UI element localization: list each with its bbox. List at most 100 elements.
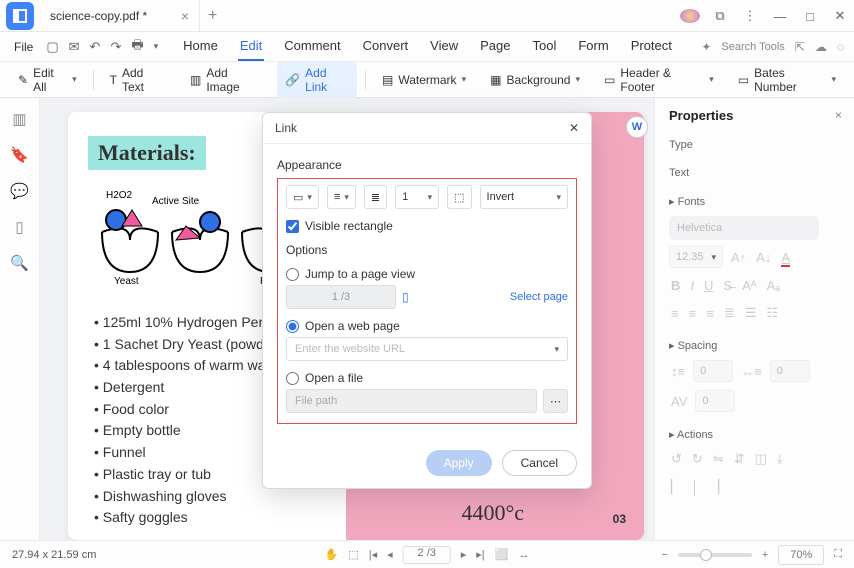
browse-file-button[interactable]: ⋯ <box>543 389 568 413</box>
premium-icon[interactable] <box>680 9 700 23</box>
thickness-select[interactable]: 1 ▾ <box>395 185 439 209</box>
window-close-icon[interactable]: ✕ <box>830 8 850 24</box>
line-weight-icon[interactable]: ≣ <box>364 185 387 209</box>
jump-page-radio[interactable] <box>286 268 299 281</box>
select-tool-icon[interactable]: ⬚ <box>348 548 358 561</box>
align-obj-center-icon[interactable]: │ <box>689 478 701 497</box>
char-spacing-icon[interactable]: ↔≡ <box>739 362 764 381</box>
extract-icon[interactable]: ⤓ <box>775 449 785 469</box>
comments-icon[interactable]: 💬 <box>10 182 29 200</box>
page-input[interactable]: 2 /3 <box>403 546 451 564</box>
align-obj-right-icon[interactable]: ▕ <box>707 477 721 497</box>
ai-icon[interactable]: ✦ <box>701 40 711 54</box>
align-center-icon[interactable]: ≡ <box>687 304 699 323</box>
document-tab[interactable]: science-copy.pdf * × <box>40 0 200 32</box>
fit-width-icon[interactable]: ↔ <box>518 549 529 561</box>
open-file-radio[interactable] <box>286 372 299 385</box>
page-number-field[interactable]: 1 /3 <box>286 285 396 309</box>
line-spacing-icon[interactable]: ↕≡ <box>669 362 687 381</box>
zoom-out-icon[interactable]: − <box>661 549 667 561</box>
undo-icon[interactable]: ↶ <box>87 36 104 58</box>
bold-icon[interactable]: B <box>669 276 682 295</box>
close-tab-icon[interactable]: × <box>181 8 189 24</box>
next-page-icon[interactable]: ▸ <box>461 548 467 561</box>
align-justify-icon[interactable]: ≣ <box>722 303 737 323</box>
fit-page-icon[interactable]: ⬜ <box>495 548 509 561</box>
add-text-button[interactable]: T Add Text <box>102 62 174 98</box>
font-size-select[interactable]: 12.35 ▾ <box>669 246 723 268</box>
font-decrease-icon[interactable]: A↓ <box>754 248 773 267</box>
zoom-value[interactable]: 70% <box>778 545 824 565</box>
search-tools-placeholder[interactable]: Search Tools <box>721 41 784 53</box>
crop-icon[interactable]: ◫ <box>753 449 769 469</box>
highlight-style-icon[interactable]: ⬚ <box>447 185 471 209</box>
watermark-button[interactable]: ▤ Watermark▾ <box>374 69 474 91</box>
italic-icon[interactable]: I <box>688 276 696 295</box>
align-left-icon[interactable]: ≡ <box>669 304 681 323</box>
number-list-icon[interactable]: ☷ <box>764 303 780 323</box>
file-path-input[interactable]: File path <box>286 389 537 413</box>
link-style-select[interactable]: ▭ ▾ <box>286 185 319 209</box>
align-right-icon[interactable]: ≡ <box>704 304 716 323</box>
close-panel-icon[interactable]: × <box>835 108 842 122</box>
cloud-icon[interactable]: ☁ <box>815 40 827 54</box>
search-icon[interactable]: 🔍 <box>10 254 29 272</box>
font-family-select[interactable]: Helvetica <box>669 216 819 240</box>
prev-page-icon[interactable]: ◂ <box>387 548 393 561</box>
rotate-left-icon[interactable]: ↺ <box>669 449 684 469</box>
menu-convert[interactable]: Convert <box>361 32 411 61</box>
window-maximize-icon[interactable]: □ <box>800 9 820 24</box>
flip-v-icon[interactable]: ⇵ <box>732 449 747 469</box>
window-minimize-icon[interactable]: — <box>770 9 790 24</box>
menu-comment[interactable]: Comment <box>282 32 342 61</box>
char-spacing-value[interactable]: 0 <box>770 360 810 382</box>
save-icon[interactable]: ▢ <box>43 36 61 58</box>
share-icon[interactable]: ⧉ <box>710 8 730 24</box>
zoom-slider[interactable] <box>678 553 752 557</box>
zoom-in-icon[interactable]: + <box>762 549 768 561</box>
menu-home[interactable]: Home <box>181 32 220 61</box>
font-color-icon[interactable]: A <box>779 248 792 267</box>
url-input[interactable]: Enter the website URL▾ <box>286 337 568 361</box>
subscript-icon[interactable]: Aₐ <box>765 276 783 295</box>
bullet-list-icon[interactable]: ☰ <box>743 303 759 323</box>
header-footer-button[interactable]: ▭ Header & Footer▾ <box>596 62 722 98</box>
first-page-icon[interactable]: |◂ <box>369 548 377 561</box>
flip-h-icon[interactable]: ⇋ <box>711 449 726 469</box>
more-quick-icon[interactable]: ▾ <box>151 38 162 55</box>
horiz-scale-icon[interactable]: AV <box>669 392 689 411</box>
menu-page[interactable]: Page <box>478 32 512 61</box>
cancel-button[interactable]: Cancel <box>502 450 577 476</box>
apply-button[interactable]: Apply <box>426 450 492 476</box>
strike-icon[interactable]: S̶ <box>721 276 734 295</box>
kebab-menu-icon[interactable]: ⋮ <box>740 8 760 24</box>
file-menu[interactable]: File <box>8 36 39 58</box>
underline-icon[interactable]: U <box>702 276 715 295</box>
bookmarks-icon[interactable]: 🔖 <box>10 146 29 164</box>
last-page-icon[interactable]: ▸| <box>476 548 484 561</box>
highlight-mode-select[interactable]: Invert▾ <box>480 185 568 209</box>
bates-number-button[interactable]: ▭ Bates Number▾ <box>730 62 844 98</box>
help-icon[interactable]: ◌ <box>837 40 844 54</box>
dialog-close-icon[interactable]: ✕ <box>569 121 579 135</box>
redo-icon[interactable]: ↷ <box>107 36 124 58</box>
open-web-radio[interactable] <box>286 320 299 333</box>
edit-all-button[interactable]: ✎ Edit All▾ <box>10 62 85 98</box>
rotate-right-icon[interactable]: ↻ <box>690 449 705 469</box>
font-increase-icon[interactable]: A↑ <box>729 248 748 267</box>
line-style-select[interactable]: ≡ ▾ <box>327 185 356 209</box>
thumbnails-icon[interactable]: ▥ <box>12 110 26 128</box>
add-image-button[interactable]: ▥ Add Image <box>182 62 269 98</box>
visible-rectangle-checkbox[interactable]: Visible rectangle <box>286 219 568 233</box>
menu-protect[interactable]: Protect <box>629 32 674 61</box>
open-external-icon[interactable]: ⇱ <box>795 40 805 54</box>
add-link-button[interactable]: 🔗 Add Link <box>277 62 357 98</box>
fullscreen-icon[interactable]: ⛶ <box>834 548 842 561</box>
print-icon[interactable]: 🖶 <box>128 33 146 61</box>
menu-view[interactable]: View <box>428 32 460 61</box>
attachments-icon[interactable]: ▯ <box>15 218 23 236</box>
new-tab-button[interactable]: + <box>208 7 217 25</box>
select-page-icon[interactable]: ▯ <box>402 290 409 304</box>
menu-tool[interactable]: Tool <box>530 32 558 61</box>
word-export-badge[interactable]: W <box>626 116 648 138</box>
